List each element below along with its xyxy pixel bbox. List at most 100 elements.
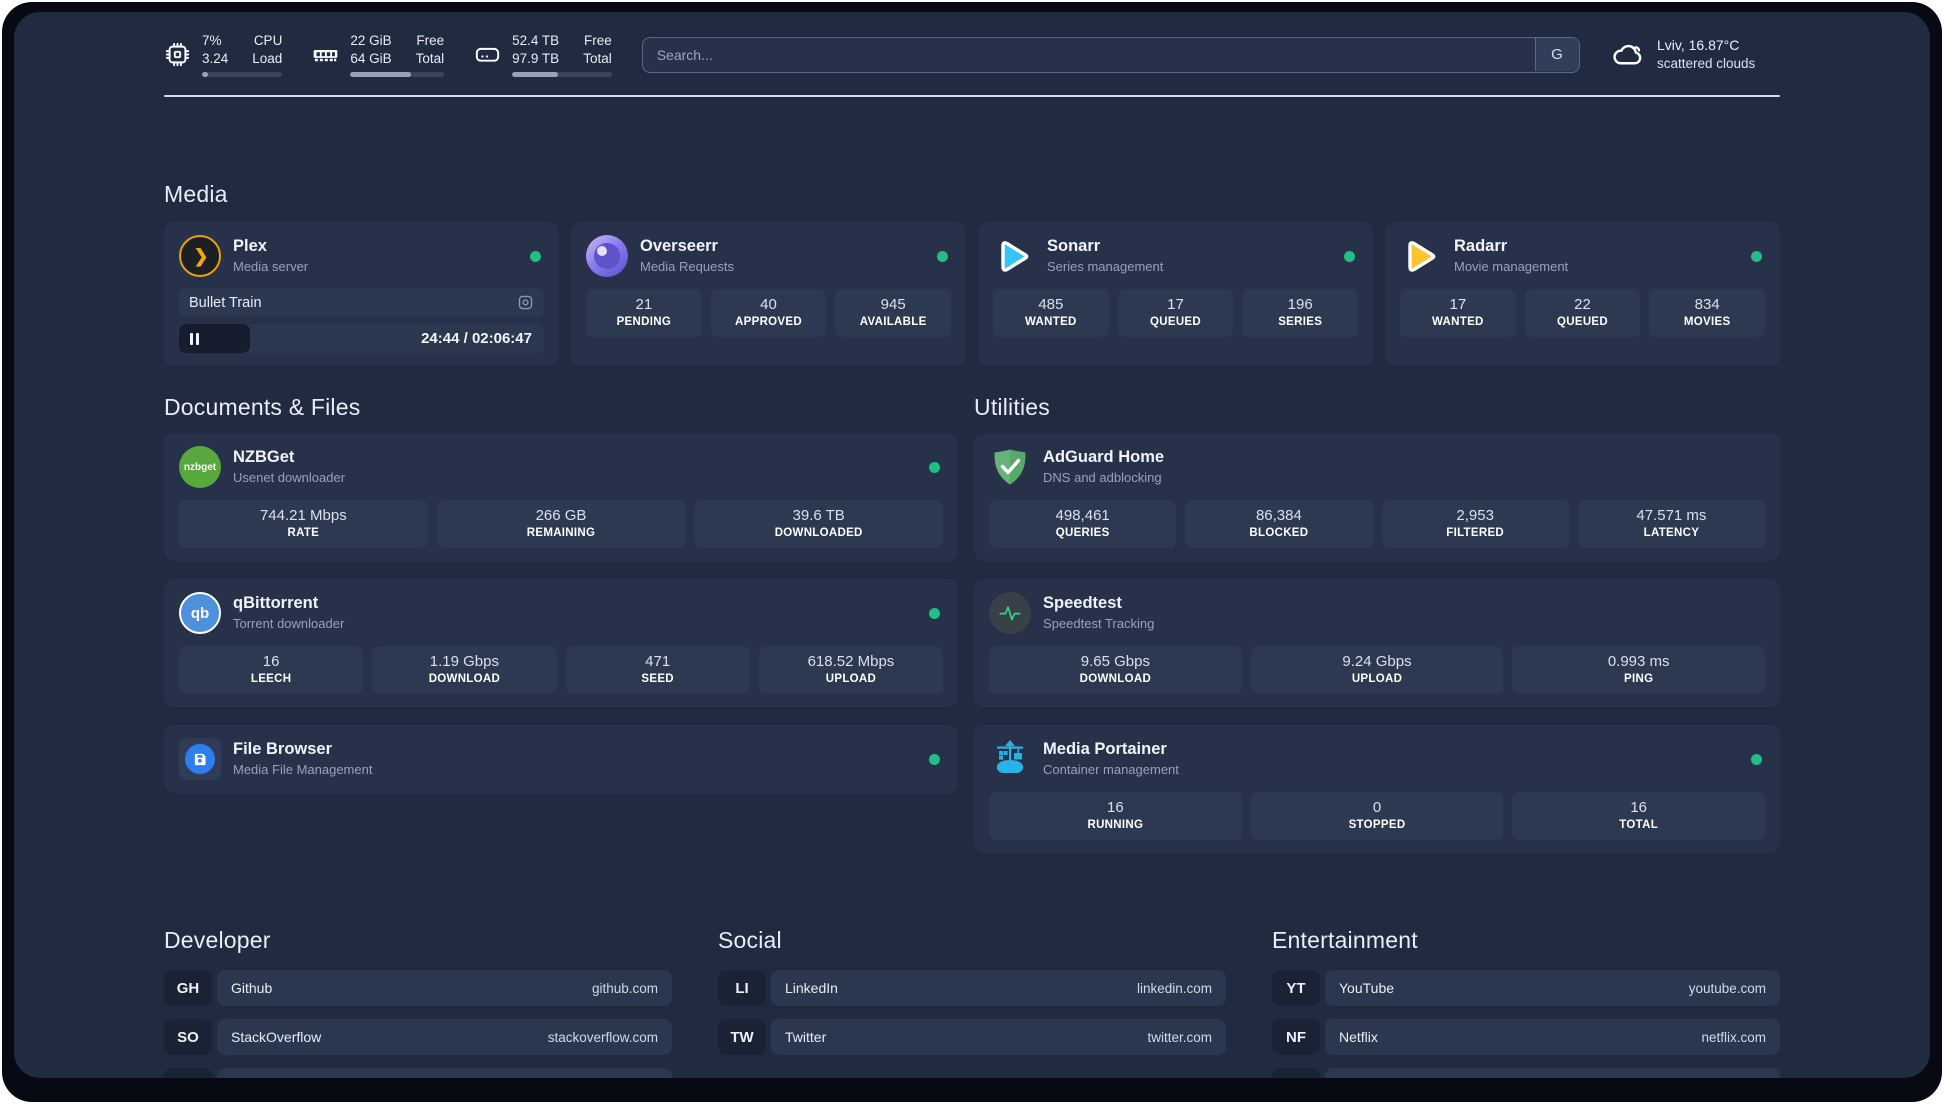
app-name: Sonarr bbox=[1047, 237, 1101, 256]
portainer-icon bbox=[989, 738, 1031, 780]
stat-box: 618.52 Mbps UPLOAD bbox=[758, 646, 944, 695]
stat-box: 945 AVAILABLE bbox=[835, 289, 952, 338]
status-dot bbox=[530, 250, 541, 262]
stat-box: 498,461 QUERIES bbox=[989, 500, 1177, 549]
bookmark-name: YouTube bbox=[1339, 980, 1395, 997]
bookmark-name: Twitter bbox=[785, 1029, 827, 1046]
media-card-grid: ❯ Plex Media server Bullet Train 24:44 /… bbox=[164, 222, 1780, 367]
app-name: Overseerr bbox=[640, 237, 718, 256]
bookmark-name: StackOverflow bbox=[231, 1029, 322, 1046]
bookmark-name: LinkedIn bbox=[785, 980, 838, 997]
adguard-icon bbox=[989, 446, 1031, 488]
section-title-entertainment: Entertainment bbox=[1272, 927, 1418, 954]
status-dot bbox=[929, 607, 941, 619]
app-card-overseerr[interactable]: Overseerr Media Requests 21 PENDING 40 APP… bbox=[571, 222, 966, 367]
search-input[interactable] bbox=[641, 36, 1580, 73]
stat-box: 86,384 BLOCKED bbox=[1185, 500, 1373, 549]
bookmark-abbr: LI bbox=[718, 970, 766, 1007]
app-name: NZBGet bbox=[233, 448, 295, 467]
app-card-plex[interactable]: ❯ Plex Media server Bullet Train 24:44 /… bbox=[164, 222, 559, 367]
disk-icon bbox=[475, 47, 500, 62]
bookmark-url: twitter.com bbox=[1147, 1029, 1212, 1045]
app-window: 7% 3.24 CPU Load 22 GiB 64 GiB Free Tota… bbox=[2, 2, 1942, 1102]
weather-widget[interactable]: Lviv, 16.87°C scattered clouds bbox=[1610, 36, 1780, 73]
bookmark-abbr: NF bbox=[1272, 1019, 1320, 1056]
section-title-utilities: Utilities bbox=[974, 394, 1050, 421]
app-card-adguard[interactable]: AdGuard Home DNS and adblocking 498,461 Q… bbox=[974, 433, 1780, 562]
app-name: qBittorrent bbox=[233, 594, 319, 613]
stat-box: 39.6 TB DOWNLOADED bbox=[694, 500, 944, 549]
status-dot bbox=[937, 250, 948, 262]
cpu-usage-label: CPU bbox=[253, 33, 283, 48]
now-playing-row: Bullet Train bbox=[179, 288, 544, 318]
filebrowser-icon bbox=[179, 738, 221, 781]
search-engine-button[interactable]: G bbox=[1534, 38, 1579, 72]
top-bar: 7% 3.24 CPU Load 22 GiB 64 GiB Free Tota… bbox=[164, 32, 1780, 78]
cpu-progress-bar bbox=[202, 72, 283, 78]
bookmark-abbr: SO bbox=[164, 1019, 212, 1056]
stat-box: 40 APPROVED bbox=[710, 289, 827, 338]
stat-box: 2,953 FILTERED bbox=[1381, 500, 1569, 549]
bookmark-row-dev[interactable]: DT DEVdev.to bbox=[164, 1068, 672, 1078]
pause-icon[interactable] bbox=[190, 332, 199, 345]
bookmark-abbr: TW bbox=[718, 1019, 766, 1056]
bookmark-group-developer: Developer GH Github github.com SO StackOv… bbox=[164, 927, 672, 1078]
bookmark-abbr: YT bbox=[1272, 970, 1320, 1007]
search-bar: G bbox=[641, 36, 1580, 73]
app-subtitle: Media File Management bbox=[233, 761, 373, 777]
nzbget-icon: nzbget bbox=[179, 446, 221, 489]
cloud-icon bbox=[1613, 44, 1642, 64]
weather-location-temp: Lviv, 16.87°C bbox=[1657, 36, 1740, 53]
bookmark-row-reddit[interactable]: RE Redditreddit.com bbox=[1272, 1068, 1780, 1078]
disk-free-value: 52.4 TB bbox=[512, 33, 560, 48]
camera-icon[interactable] bbox=[517, 294, 534, 311]
app-card-filebrowser[interactable]: File Browser Media File Management bbox=[164, 725, 959, 794]
section-title-social: Social bbox=[718, 927, 782, 954]
stat-box: 485 WANTED bbox=[993, 289, 1109, 338]
overseerr-icon bbox=[586, 235, 628, 278]
disk-total-value: 97.9 TB bbox=[512, 50, 560, 66]
cpu-icon bbox=[165, 42, 190, 67]
stat-box: 17 QUEUED bbox=[1117, 289, 1234, 338]
bookmark-name: Netflix bbox=[1339, 1029, 1378, 1046]
weather-condition: scattered clouds bbox=[1657, 55, 1756, 71]
stat-box: 744.21 Mbps RATE bbox=[179, 500, 428, 549]
bookmark-row-netflix[interactable]: NF Netflix netflix.com bbox=[1272, 1019, 1780, 1056]
playback-progress-bar[interactable]: 24:44 / 02:06:47 bbox=[179, 324, 544, 354]
app-card-qbittorrent[interactable]: qb qBittorrent Torrent downloader 16 LEEC… bbox=[164, 579, 959, 708]
stat-box: 16 TOTAL bbox=[1512, 792, 1765, 841]
app-card-sonarr[interactable]: Sonarr Series management 485 WANTED 17 QUE… bbox=[978, 222, 1373, 367]
stat-box: 9.65 Gbps DOWNLOAD bbox=[989, 646, 1242, 695]
bookmark-abbr: GH bbox=[164, 970, 212, 1007]
ram-free-label: Free bbox=[416, 33, 445, 48]
stat-box: 196 SERIES bbox=[1242, 289, 1359, 338]
app-card-portainer[interactable]: Media Portainer Container management 16 R… bbox=[974, 725, 1780, 854]
playback-time: 24:44 / 02:06:47 bbox=[421, 330, 532, 348]
disk-total-label: Total bbox=[583, 50, 612, 66]
app-subtitle: Movie management bbox=[1454, 258, 1569, 274]
ram-free-value: 22 GiB bbox=[350, 33, 392, 48]
app-name: Media Portainer bbox=[1043, 740, 1167, 759]
status-dot bbox=[929, 753, 941, 765]
app-card-radarr[interactable]: Radarr Movie management 17 WANTED 22 QUEUE… bbox=[1385, 222, 1780, 367]
documents-column: Documents & Files nzbget NZBGet Usenet d… bbox=[164, 394, 959, 871]
bookmark-row-youtube[interactable]: YT YouTube youtube.com bbox=[1272, 970, 1780, 1007]
app-card-nzbget[interactable]: nzbget NZBGet Usenet downloader 744.21 M… bbox=[164, 433, 959, 562]
disk-stat: 52.4 TB 97.9 TB Free Total bbox=[474, 32, 612, 78]
bookmark-row-linkedin[interactable]: LI LinkedIn linkedin.com bbox=[718, 970, 1226, 1007]
bookmark-row-stackoverflow[interactable]: SO StackOverflow stackoverflow.com bbox=[164, 1019, 672, 1056]
app-card-speedtest[interactable]: Speedtest Speedtest Tracking 9.65 Gbps DO… bbox=[974, 579, 1780, 708]
cpu-load-label: Load bbox=[252, 50, 283, 66]
stat-box: 21 PENDING bbox=[586, 289, 702, 338]
app-subtitle: Series management bbox=[1047, 258, 1164, 274]
bookmark-row-github[interactable]: GH Github github.com bbox=[164, 970, 672, 1007]
utilities-column: Utilities AdGuard Home DNS and adblockin… bbox=[974, 394, 1780, 871]
stat-box: 0.993 ms PING bbox=[1512, 646, 1765, 695]
header-divider bbox=[164, 95, 1780, 98]
ram-total-label: Total bbox=[415, 50, 445, 66]
app-name: Speedtest bbox=[1043, 594, 1122, 613]
bookmark-row-twitter[interactable]: TW Twitter twitter.com bbox=[718, 1019, 1226, 1056]
dashboard-panel: 7% 3.24 CPU Load 22 GiB 64 GiB Free Tota… bbox=[14, 12, 1930, 1078]
app-name: AdGuard Home bbox=[1043, 448, 1165, 467]
ram-total-value: 64 GiB bbox=[350, 50, 392, 66]
